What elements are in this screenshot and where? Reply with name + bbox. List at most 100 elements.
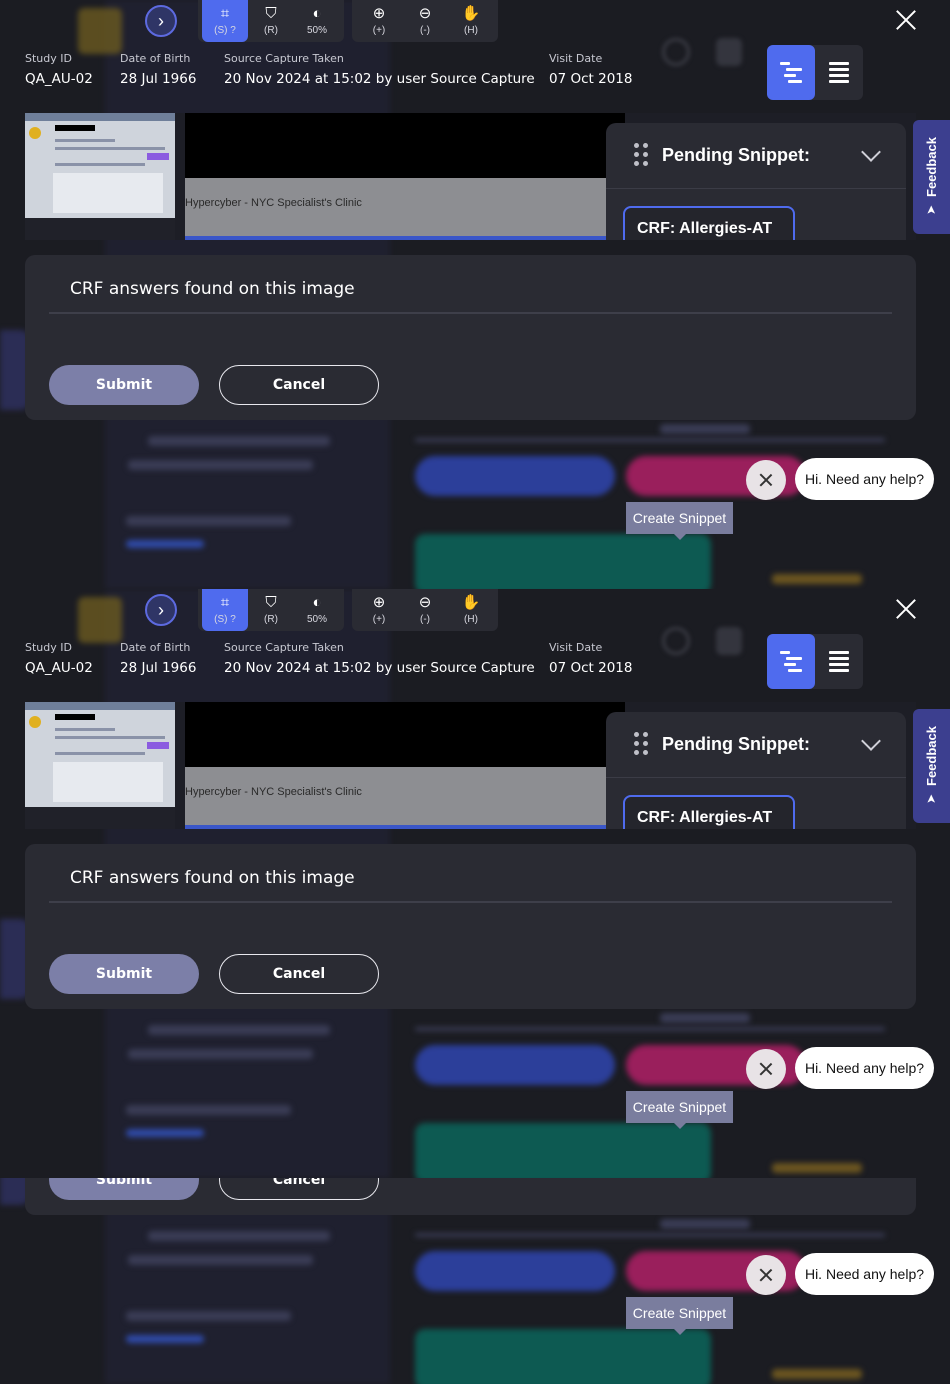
thumbnail-footer [25, 807, 175, 829]
document-header-area [185, 767, 625, 829]
background-divider [415, 438, 885, 442]
close-icon[interactable] [892, 6, 920, 34]
redact-shortcut: (R) [264, 25, 278, 36]
pan-tool[interactable]: ✋ (H) [448, 589, 494, 631]
screen-capture-band: › ⌗ (S) ? ⛉ (R) ◐ 50% ⊕ (+) [0, 1178, 950, 1384]
list-view-button[interactable] [815, 634, 863, 689]
clinic-name-text: Hypercyber - NYC Specialist's Clinic [185, 197, 362, 209]
submit-button[interactable]: Submit [49, 1178, 199, 1200]
flask-icon: ⛉ [265, 5, 277, 22]
feedback-label: Feedback [924, 726, 939, 786]
help-chat-bubble[interactable]: Hi. Need any help? [795, 1047, 934, 1089]
pending-snippet-header[interactable]: Pending Snippet: [606, 712, 906, 778]
chevron-down-icon[interactable] [861, 142, 881, 162]
help-icon[interactable]: ? [230, 25, 236, 36]
background-warning-text [772, 1369, 862, 1379]
crop-tool-label: (S) ? [214, 614, 236, 625]
redact-tool[interactable]: ⛉ (R) [248, 0, 294, 42]
close-icon[interactable] [892, 595, 920, 623]
create-snippet-tooltip: Create Snippet [626, 502, 733, 540]
zoom-out-tool[interactable]: ⊖ (-) [402, 589, 448, 631]
help-chat-bubble[interactable]: Hi. Need any help? [795, 1253, 934, 1295]
dob-value: 28 Jul 1966 [120, 71, 197, 87]
pan-shortcut: (H) [464, 25, 478, 36]
feedback-label: Feedback [924, 137, 939, 197]
feedback-tab[interactable]: Feedback ➤ [913, 120, 950, 234]
screen-capture-band: › ⌗ (S) ? ⛉ (R) ◐ 50% ⊕ (+) [0, 589, 950, 1178]
background-crf-card [415, 534, 711, 589]
document-preview[interactable]: Hypercyber - NYC Specialist's Clinic [185, 702, 625, 829]
crop-tool[interactable]: ⌗ (S) ? [202, 0, 248, 42]
crop-icon: ⌗ [220, 594, 230, 611]
create-snippet-tooltip: Create Snippet [626, 1297, 733, 1335]
crop-tool[interactable]: ⌗ (S) ? [202, 589, 248, 631]
help-close-icon[interactable] [746, 1049, 786, 1089]
help-icon[interactable]: ? [230, 614, 236, 625]
thumbnail-badge [29, 127, 41, 139]
crf-allergies-item[interactable]: CRF: Allergies-AT [623, 206, 795, 240]
opacity-tool[interactable]: ◐ 50% [294, 0, 340, 42]
image-thumbnail[interactable] [25, 702, 175, 807]
thumbnail-line [55, 139, 115, 142]
zoom-in-tool[interactable]: ⊕ (+) [356, 0, 402, 42]
tree-view-button[interactable] [767, 634, 815, 689]
cancel-button[interactable]: Cancel [219, 1178, 379, 1200]
background-filter-pill [415, 1045, 615, 1085]
help-close-icon[interactable] [746, 460, 786, 500]
background-text-line [126, 1311, 291, 1321]
pan-tool[interactable]: ✋ (H) [448, 0, 494, 42]
view-toggle [767, 45, 863, 100]
tool-group-edit: ⌗ (S) ? ⛉ (R) ◐ 50% [198, 0, 344, 42]
submit-button[interactable]: Submit [49, 365, 199, 405]
zoom-out-icon: ⊖ [418, 594, 432, 611]
document-edge [185, 236, 625, 240]
pending-snippet-header[interactable]: Pending Snippet: [606, 123, 906, 189]
help-chat-bubble[interactable]: Hi. Need any help? [795, 458, 934, 500]
submit-button[interactable]: Submit [49, 954, 199, 994]
screen: › ⌗ (S) ? ⛉ (R) ◐ 50% ⊕ (+) [0, 589, 950, 1178]
visit-date-label: Visit Date [549, 52, 603, 65]
zoom-in-icon: ⊕ [372, 594, 386, 611]
opacity-tool[interactable]: ◐ 50% [294, 589, 340, 631]
thumbnail-line [55, 736, 165, 739]
image-thumbnail[interactable] [25, 113, 175, 218]
drag-handle-icon[interactable] [634, 143, 650, 167]
tree-view-icon [780, 59, 802, 86]
background-filter-pill [415, 1251, 615, 1291]
next-button[interactable]: › [145, 594, 177, 626]
list-view-button[interactable] [815, 45, 863, 100]
drag-handle-icon[interactable] [634, 732, 650, 756]
cancel-button[interactable]: Cancel [219, 954, 379, 994]
hand-icon: ✋ [461, 5, 481, 22]
crop-shortcut: (S) [214, 614, 228, 625]
crf-answers-title: CRF answers found on this image [70, 868, 355, 888]
screen: › ⌗ (S) ? ⛉ (R) ◐ 50% ⊕ (+) [0, 1178, 950, 1384]
thumbnail-box [53, 173, 163, 213]
feedback-tab[interactable]: Feedback ➤ [913, 709, 950, 823]
crf-answers-panel: CRF answers found on this image Submit C… [25, 255, 916, 420]
send-arrow-icon: ➤ [924, 793, 939, 805]
thumbnail-header [25, 702, 175, 710]
zoom-out-shortcut: (-) [420, 614, 430, 625]
chevron-down-icon[interactable] [861, 731, 881, 751]
redact-tool[interactable]: ⛉ (R) [248, 589, 294, 631]
source-capture-value: 20 Nov 2024 at 15:02 by user Source Capt… [224, 71, 535, 87]
redact-shortcut: (R) [264, 614, 278, 625]
pending-snippet-panel: Pending Snippet: CRF: Allergies-AT [606, 123, 906, 240]
zoom-in-tool[interactable]: ⊕ (+) [356, 589, 402, 631]
cancel-button[interactable]: Cancel [219, 365, 379, 405]
tool-group-edit: ⌗ (S) ? ⛉ (R) ◐ 50% [198, 589, 344, 631]
document-preview[interactable]: Hypercyber - NYC Specialist's Clinic [185, 113, 625, 240]
zoom-out-tool[interactable]: ⊖ (-) [402, 0, 448, 42]
thumbnail-line [55, 147, 165, 150]
study-id-label: Study ID [25, 641, 72, 654]
clinic-name-text: Hypercyber - NYC Specialist's Clinic [185, 786, 362, 798]
dob-label: Date of Birth [120, 52, 191, 65]
background-warning-text [772, 1163, 862, 1173]
background-bell-icon [716, 38, 742, 66]
next-button[interactable]: › [145, 5, 177, 37]
help-close-icon[interactable] [746, 1255, 786, 1295]
crf-allergies-item[interactable]: CRF: Allergies-AT [623, 795, 795, 829]
background-text-line [148, 1025, 330, 1035]
tree-view-button[interactable] [767, 45, 815, 100]
